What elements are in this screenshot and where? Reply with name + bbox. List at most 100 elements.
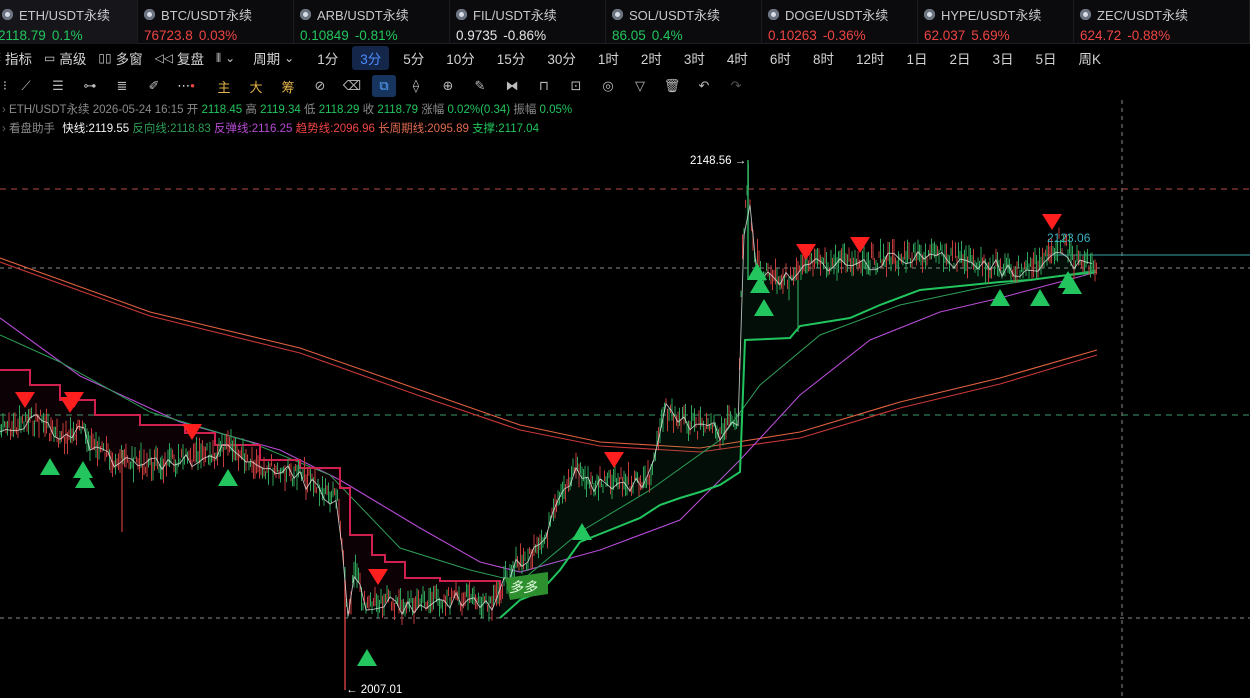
ticker-tab[interactable]: ETH/USDT永续 2118.79 0.1%: [0, 0, 138, 44]
period-option[interactable]: 5日: [1028, 46, 1065, 70]
grid-icon: ▯▯: [98, 51, 112, 65]
eraser-icon[interactable]: ⌫: [336, 78, 368, 94]
low-value: 2118.29: [318, 104, 360, 116]
period-option[interactable]: 2日: [942, 46, 979, 70]
zoom-icon[interactable]: ⊕: [432, 78, 464, 94]
period-option[interactable]: 8时: [805, 46, 842, 70]
buy-signal-arrow: [218, 469, 238, 486]
ticker-tab[interactable]: DOGE/USDT永续 0.10263 -0.36%: [762, 0, 918, 44]
edit-icon[interactable]: ⊡: [560, 78, 592, 94]
redo-icon[interactable]: ↷: [720, 78, 752, 94]
period-option[interactable]: 15分: [489, 46, 534, 70]
lock-icon[interactable]: ⊓: [528, 78, 560, 94]
high-value: 2119.34: [260, 104, 301, 116]
ticker-symbol: SOL/USDT永续: [629, 8, 721, 23]
ticker-change: -0.86%: [503, 28, 547, 43]
trend-line: [0, 261, 1098, 453]
ticker-tab[interactable]: ZEC/USDT永续 624.72 -0.88%: [1074, 0, 1250, 44]
support-value: 支撑:2117.04: [472, 123, 539, 135]
indicators-button[interactable]: ⫶ 指标: [0, 48, 32, 68]
auto-draw-icon[interactable]: ⊘: [304, 78, 336, 94]
parallel-lines-icon[interactable]: ☰: [42, 78, 74, 94]
ticker-change: 0.1%: [51, 28, 83, 43]
ticker-tab[interactable]: BTC/USDT永续 76723.8 0.03%: [138, 0, 294, 44]
coin-icon: [456, 9, 467, 20]
replay-button[interactable]: ◁◁ 复盘: [155, 48, 204, 68]
ticker-price: 76723.8: [144, 28, 193, 43]
amplitude-label: 振幅: [513, 104, 537, 116]
period-option[interactable]: 3时: [676, 46, 713, 70]
main-indicator-toggle[interactable]: 主: [208, 77, 240, 96]
collapse-icon[interactable]: ›: [2, 104, 6, 116]
ticker-tab[interactable]: ARB/USDT永续 0.10849 -0.81%: [294, 0, 450, 44]
chevron-down-icon: ⌄: [225, 51, 236, 65]
period-option[interactable]: 3日: [985, 46, 1022, 70]
sell-signal-arrow: [850, 237, 870, 253]
change-label: 涨幅: [421, 104, 445, 116]
trash-icon[interactable]: 🗑: [656, 78, 688, 94]
ticker-price: 86.05: [612, 28, 646, 43]
ticker-symbol: ZEC/USDT永续: [1097, 8, 1189, 23]
collapse-icon[interactable]: ›: [2, 123, 6, 135]
period-option[interactable]: 周K: [1071, 46, 1110, 70]
ticker-change: -0.81%: [354, 28, 398, 43]
rebound-line-value: 反弹线:2116.25: [214, 123, 293, 135]
ruler-icon[interactable]: ⟠: [400, 78, 432, 94]
price-chart[interactable]: 多多 2148.56 → ← 2007.01 2123.06 › ETH/USDT永续…: [0, 100, 1250, 698]
low-price-marker: ← 2007.01: [346, 684, 402, 696]
period-option[interactable]: 4时: [719, 46, 756, 70]
period-option[interactable]: 1时: [590, 46, 627, 70]
period-option[interactable]: 10分: [438, 46, 483, 70]
advanced-label: 高级: [59, 52, 87, 67]
fast-line-value: 快线:2119.55: [62, 123, 130, 135]
ticker-price: 0.10263: [768, 28, 817, 43]
indicator-icon: ⫶: [0, 51, 1, 66]
ticker-symbol: HYPE/USDT永续: [941, 8, 1042, 23]
undo-icon[interactable]: ↶: [688, 78, 720, 94]
period-dropdown[interactable]: 周期 ⌄: [253, 48, 294, 68]
period-option[interactable]: 3分: [352, 46, 390, 70]
coin-icon: [300, 9, 311, 20]
filter-icon[interactable]: ▽: [624, 78, 656, 94]
chart-toolbar: ⫶ 指标 ▭ 高级 ▯▯ 多窗 ◁◁ 复盘 ⫴ ⌄ 周期 ⌄ 1分3分5分10分…: [0, 44, 1250, 72]
ticker-price: 0.10849: [300, 28, 349, 43]
sell-signal-arrow: [796, 244, 816, 260]
period-option[interactable]: 30分: [539, 46, 584, 70]
ticker-tab[interactable]: HYPE/USDT永续 62.037 5.69%: [918, 0, 1074, 44]
magnet-icon[interactable]: ⧉: [372, 75, 396, 97]
coin-icon: [612, 9, 623, 20]
coin-icon: [144, 9, 155, 20]
ticker-symbol: ETH/USDT永续: [19, 8, 111, 23]
period-option[interactable]: 12时: [848, 46, 893, 70]
ticker-tab[interactable]: SOL/USDT永续 86.05 0.4%: [606, 0, 762, 44]
badge-text: 多多: [509, 579, 538, 595]
chart-type-dropdown[interactable]: ⫴ ⌄: [216, 51, 235, 66]
period-option[interactable]: 2时: [633, 46, 670, 70]
period-option[interactable]: 6时: [762, 46, 799, 70]
indicator-info: › 看盘助手 快线:2119.55 反向线:2118.83 反弹线:2116.2…: [2, 120, 539, 136]
more-dots-icon[interactable]: ⋯•: [170, 78, 202, 94]
trend-line-value: 趋势线:2096.96: [295, 123, 375, 135]
info-symbol: ETH/USDT永续: [9, 104, 90, 116]
ticker-symbol: DOGE/USDT永续: [785, 8, 889, 23]
horizontal-line-icon[interactable]: ⊶: [74, 78, 106, 94]
chart-canvas[interactable]: 多多 2148.56 → ← 2007.01 2123.06: [0, 100, 1250, 698]
line-tool-icon[interactable]: ⟋: [10, 78, 42, 94]
period-option[interactable]: 1日: [898, 46, 935, 70]
big-order-toggle[interactable]: 大: [240, 77, 272, 96]
advanced-button[interactable]: ▭ 高级: [44, 48, 86, 68]
eye-icon[interactable]: ◎: [592, 78, 624, 94]
shape-icon[interactable]: ⧓: [496, 78, 528, 94]
pen-icon[interactable]: ✎: [464, 78, 496, 94]
period-option[interactable]: 5分: [395, 46, 432, 70]
buy-signal-arrow: [990, 289, 1010, 306]
brush-icon[interactable]: ✐: [138, 78, 170, 94]
coin-icon: [1080, 9, 1091, 20]
fib-lines-icon[interactable]: ≣: [106, 78, 138, 94]
more-vertical-icon[interactable]: ⁝: [0, 78, 10, 94]
ticker-tab[interactable]: FIL/USDT永续 0.9735 -0.86%: [450, 0, 606, 44]
ticker-symbol: BTC/USDT永续: [161, 8, 253, 23]
multi-window-button[interactable]: ▯▯ 多窗: [98, 48, 142, 68]
chips-toggle[interactable]: 筹: [272, 77, 304, 96]
period-option[interactable]: 1分: [309, 46, 346, 70]
